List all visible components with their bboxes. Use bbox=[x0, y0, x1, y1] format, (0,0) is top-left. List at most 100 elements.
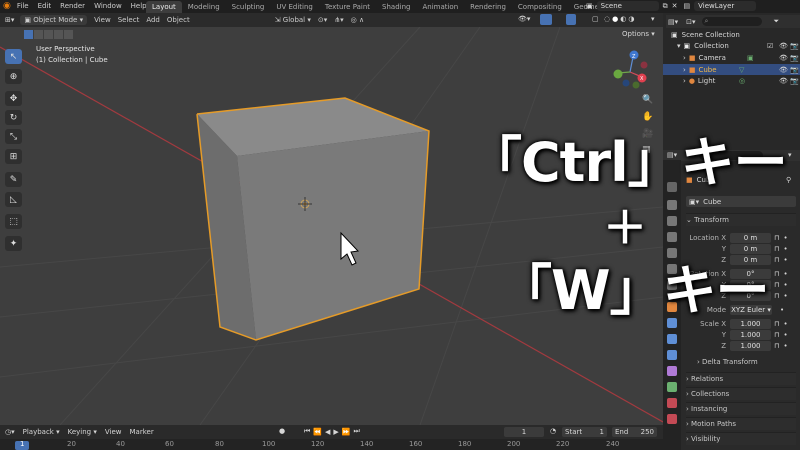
keyframe-dot-icon[interactable]: • bbox=[780, 306, 784, 314]
3d-viewport[interactable]: Z X User Perspective (1) Collection | Cu… bbox=[0, 27, 663, 425]
object-name-field[interactable]: ▣▾ Cube bbox=[686, 196, 796, 207]
keyframe-dot-icon[interactable]: • bbox=[783, 320, 787, 328]
filter-icon[interactable]: ⏷ bbox=[774, 17, 780, 26]
proportional-edit-icon[interactable]: ◎ ∧ bbox=[351, 16, 364, 24]
display-mode-icon[interactable]: ⊡▾ bbox=[686, 18, 695, 26]
select-subtract-icon[interactable] bbox=[44, 30, 53, 39]
lock-icon[interactable]: ⊓ bbox=[774, 256, 779, 264]
visibility-panel-header[interactable]: › Visibility bbox=[686, 432, 796, 445]
view-layer-field[interactable]: ViewLayer bbox=[694, 1, 757, 11]
cube-render-icon[interactable]: 📷 bbox=[790, 66, 799, 74]
workspace-tab-texture-paint[interactable]: Texture Paint bbox=[319, 1, 376, 13]
copy-icon[interactable]: ⧉ bbox=[663, 2, 668, 11]
options-dropdown[interactable]: Options ▾ bbox=[622, 30, 655, 38]
collections-panel-header[interactable]: › Collections bbox=[686, 387, 796, 400]
transform-panel-header[interactable]: ⌄ Transform bbox=[686, 213, 796, 226]
include-checkbox-icon[interactable]: ☑ bbox=[767, 42, 773, 50]
delta-transform-subpanel[interactable]: › Delta Transform bbox=[697, 358, 758, 366]
rendered-shading-icon[interactable]: ◑ bbox=[628, 15, 634, 23]
cube-mesh[interactable] bbox=[196, 97, 430, 341]
lock-icon[interactable]: ⊓ bbox=[774, 342, 779, 350]
output-tab-icon[interactable] bbox=[667, 216, 677, 226]
scene-field[interactable]: Scene bbox=[596, 1, 659, 11]
select-intersect-icon[interactable] bbox=[64, 30, 73, 39]
pivot-icon[interactable]: ⊙▾ bbox=[318, 16, 327, 24]
mode-dropdown[interactable]: ▣ Object Mode ▾ bbox=[20, 15, 88, 25]
location-x-field[interactable]: 0 m bbox=[730, 232, 771, 243]
menu-help[interactable]: Help bbox=[131, 2, 147, 10]
outliner-item-cube[interactable]: › ■ Cube ▽ 👁 📷 bbox=[663, 64, 800, 75]
transform-tool-icon[interactable]: ⊞ bbox=[5, 149, 22, 164]
menu-object[interactable]: Object bbox=[167, 16, 190, 24]
motion-paths-panel-header[interactable]: › Motion Paths bbox=[686, 417, 796, 430]
relations-panel-header[interactable]: › Relations bbox=[686, 372, 796, 385]
editor-type-icon[interactable]: ⊞▾ bbox=[5, 16, 14, 24]
material-shading-icon[interactable]: ◐ bbox=[620, 15, 626, 23]
menu-render[interactable]: Render bbox=[60, 2, 85, 10]
camera-eye-icon[interactable]: 👁 bbox=[779, 54, 788, 62]
light-render-icon[interactable]: 📷 bbox=[790, 77, 799, 85]
jump-end-icon[interactable]: ⏭ bbox=[354, 427, 360, 436]
keyframe-dot-icon[interactable]: • bbox=[783, 292, 787, 300]
visibility-eye-icon[interactable]: 👁 bbox=[779, 42, 788, 50]
workspace-tab-uv-editing[interactable]: UV Editing bbox=[270, 1, 319, 13]
menu-view[interactable]: View bbox=[94, 16, 111, 24]
data-tab-icon[interactable] bbox=[667, 382, 677, 392]
outliner-editor-icon[interactable]: ▤▾ bbox=[668, 18, 678, 26]
material-tab-icon[interactable] bbox=[667, 398, 677, 408]
lock-icon[interactable]: ⊓ bbox=[774, 245, 779, 253]
gizmo-toggle-icon[interactable] bbox=[540, 14, 552, 25]
lock-icon[interactable]: ⊓ bbox=[774, 292, 779, 300]
select-new-icon[interactable] bbox=[24, 30, 33, 39]
add-object-tool-icon[interactable]: ✦ bbox=[5, 236, 22, 251]
collapse-arrow-icon[interactable]: › bbox=[683, 54, 686, 62]
record-icon[interactable]: ● bbox=[279, 427, 285, 435]
select-invert-icon[interactable] bbox=[54, 30, 63, 39]
outliner-item-camera[interactable]: › ■ Camera ▣ 👁 📷 bbox=[683, 53, 800, 63]
jump-start-icon[interactable]: ⏮ bbox=[304, 427, 310, 436]
light-eye-icon[interactable]: 👁 bbox=[779, 77, 788, 85]
playback-menu[interactable]: Playback ▾ bbox=[23, 428, 60, 436]
cube-eye-icon[interactable]: 👁 bbox=[779, 66, 788, 74]
lock-icon[interactable]: ⊓ bbox=[774, 320, 779, 328]
menu-file[interactable]: File bbox=[17, 2, 29, 10]
add-cube-tool-icon[interactable]: ⬚ bbox=[5, 214, 22, 229]
scale-y-field[interactable]: 1.000 bbox=[730, 329, 771, 340]
wireframe-shading-icon[interactable]: ◌ bbox=[604, 15, 610, 23]
constraints-tab-icon[interactable] bbox=[667, 366, 677, 376]
workspace-tab-modeling[interactable]: Modeling bbox=[182, 1, 226, 13]
render-tab-icon[interactable] bbox=[667, 200, 677, 210]
preview-range-icon[interactable]: ◔ bbox=[550, 427, 556, 435]
snap-icon[interactable]: ⋔▾ bbox=[334, 16, 343, 24]
timeline-editor-icon[interactable]: ◷▾ bbox=[5, 428, 15, 436]
physics-tab-icon[interactable] bbox=[667, 350, 677, 360]
workspace-tab-layout[interactable]: Layout bbox=[146, 1, 182, 13]
start-frame-field[interactable]: Start 1 bbox=[562, 427, 607, 437]
menu-window[interactable]: Window bbox=[94, 2, 122, 10]
keyframe-dot-icon[interactable]: • bbox=[783, 281, 787, 289]
render-camera-icon[interactable]: 📷 bbox=[790, 42, 799, 50]
scene-collection-row[interactable]: ▣ Scene Collection bbox=[671, 31, 740, 39]
keying-menu[interactable]: Keying ▾ bbox=[68, 428, 97, 436]
properties-options-icon[interactable]: ▾ bbox=[788, 151, 792, 159]
navigation-gizmo[interactable]: Z X bbox=[613, 50, 648, 89]
workspace-tab-animation[interactable]: Animation bbox=[416, 1, 464, 13]
texture-tab-icon[interactable] bbox=[667, 414, 677, 424]
close-icon[interactable]: ✕ bbox=[672, 2, 678, 10]
menu-select[interactable]: Select bbox=[118, 16, 140, 24]
keyframe-dot-icon[interactable]: • bbox=[783, 331, 787, 339]
keyframe-dot-icon[interactable]: • bbox=[783, 234, 787, 242]
keyframe-dot-icon[interactable]: • bbox=[783, 270, 787, 278]
collapse-arrow-icon[interactable]: › bbox=[683, 66, 686, 74]
current-frame-field[interactable]: 1 bbox=[504, 427, 544, 437]
blender-logo-icon[interactable]: ◉ bbox=[3, 1, 11, 11]
scale-tool-icon[interactable]: ⤡ bbox=[5, 129, 22, 144]
outliner-item-light[interactable]: › ● Light ◎ 👁 📷 bbox=[683, 76, 800, 86]
expand-arrow-icon[interactable]: ▾ bbox=[677, 42, 681, 50]
end-frame-field[interactable]: End 250 bbox=[612, 427, 657, 437]
orientation-dropdown[interactable]: ⇲ Global ▾ bbox=[275, 16, 311, 24]
visibility-dropdown-icon[interactable]: 👁▾ bbox=[518, 15, 530, 23]
xray-icon[interactable]: ▢ bbox=[592, 15, 599, 23]
workspace-tab-sculpting[interactable]: Sculpting bbox=[226, 1, 271, 13]
view-layer-tab-icon[interactable] bbox=[667, 232, 677, 242]
